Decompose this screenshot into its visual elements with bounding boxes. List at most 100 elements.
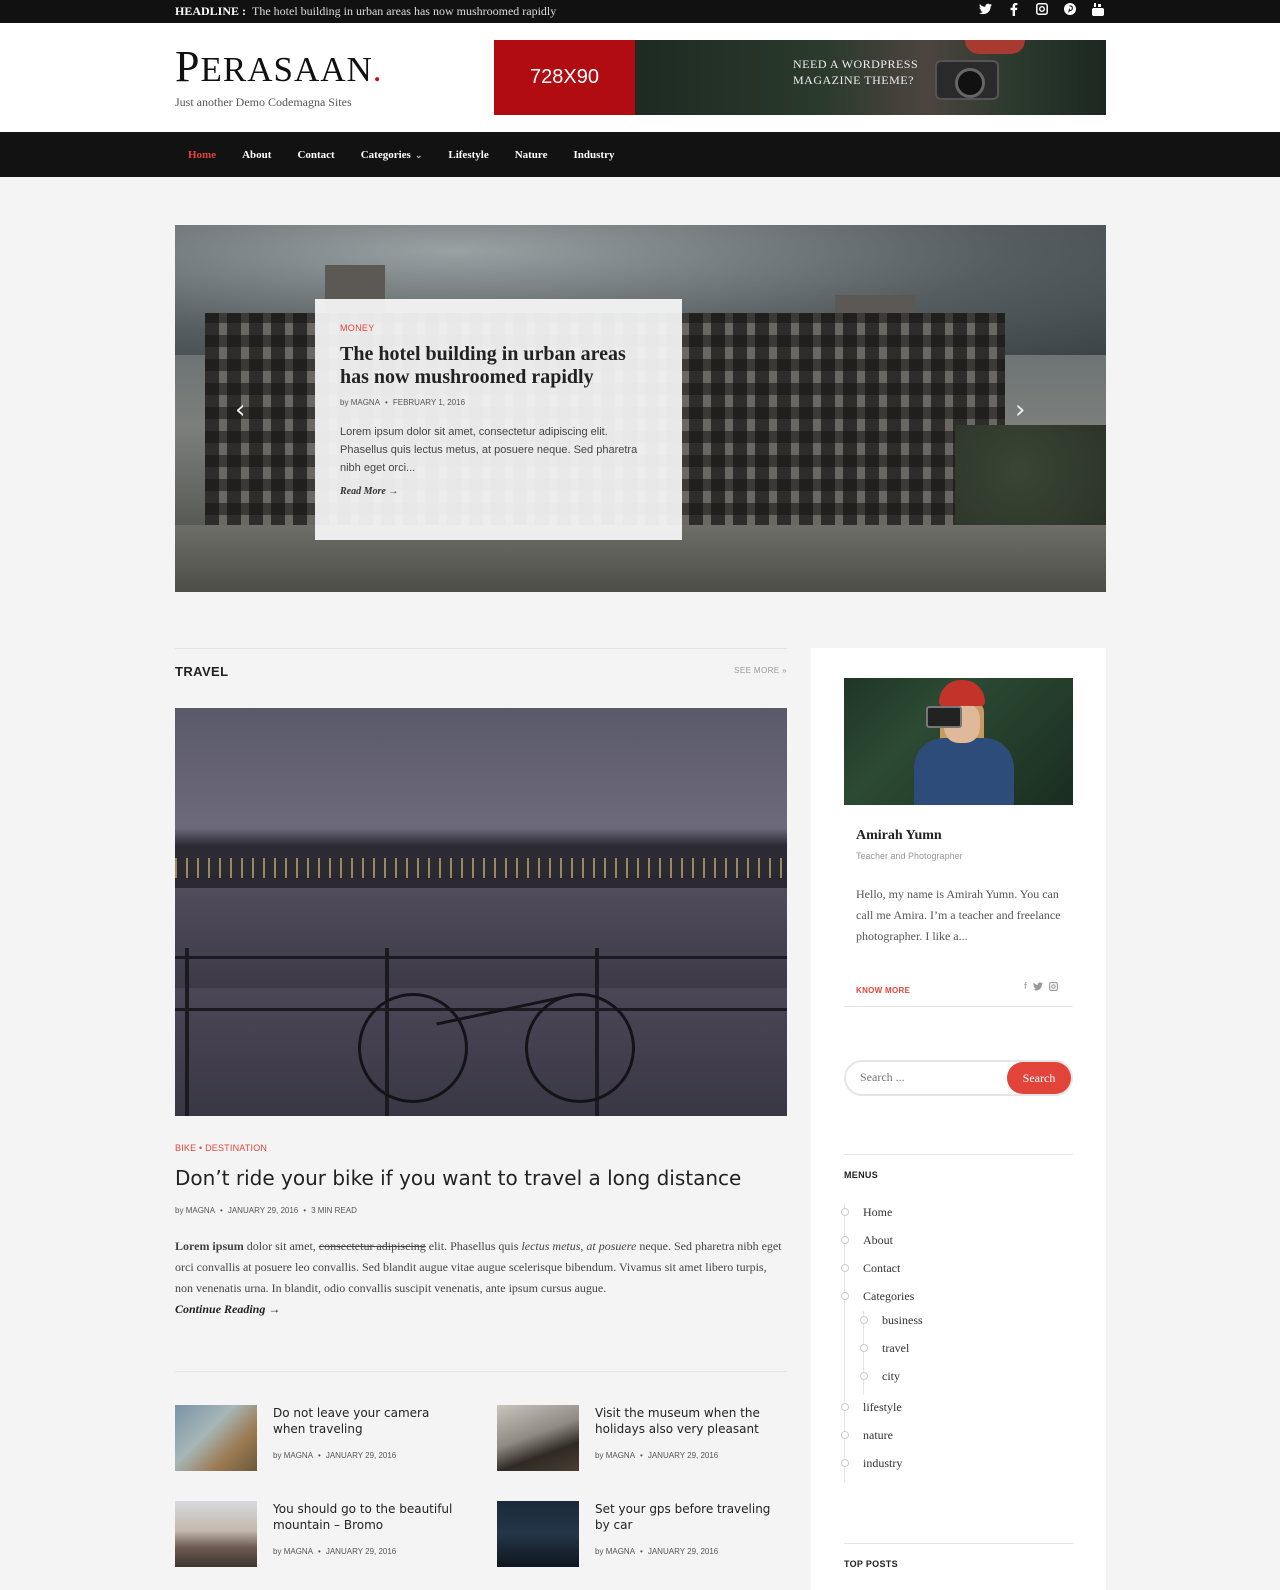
twitter-icon[interactable] [978,3,993,19]
top-bar: HEADLINE : The hotel building in urban a… [0,0,1280,23]
logo-rest: ERASAAN [200,50,373,89]
search-button[interactable]: Search [1007,1062,1071,1094]
banner-size-label: 728X90 [494,40,635,115]
top-posts-widget-title: TOP POSTS [844,1559,898,1569]
section-title: TRAVEL [175,664,229,679]
hero-post-card: MONEY The hotel building in urban areas … [315,299,682,540]
featured-post-excerpt: Lorem ipsum dolor sit amet, consectetur … [175,1239,782,1316]
hero-category[interactable]: MONEY [340,323,657,333]
divider [844,1543,1073,1544]
main-navigation: Home About Contact Categories ⌄ Lifestyle… [0,132,1280,177]
nav-home[interactable]: Home [188,149,216,161]
sidebar-submenu: business travel city [860,1311,1073,1395]
site-tagline: Just another Demo Codemagna Sites [175,95,352,109]
divider [844,1154,1073,1155]
featured-post-image[interactable] [175,708,787,1116]
camera-image [935,60,999,100]
travel-section-header: TRAVEL SEE MORE » [175,648,787,690]
continue-reading-link[interactable]: Continue Reading → [175,1302,280,1316]
sidebar-item-about[interactable]: About [841,1231,1073,1259]
sidebar-item-nature[interactable]: nature [841,1426,1073,1454]
pinterest-icon[interactable] [1062,3,1077,19]
post-title[interactable]: Visit the museum when the holidays also … [595,1405,785,1437]
post-meta: by MAGNA • JANUARY 29, 2016 [273,1547,397,1556]
search-form: Search [844,1060,1073,1096]
list-item: Visit the museum when the holidays also … [497,1405,787,1471]
category-bike[interactable]: BIKE [175,1143,196,1153]
read-time: 3 MIN READ [311,1206,357,1215]
know-more-link[interactable]: KNOW MORE [856,986,910,995]
instagram-icon[interactable] [1049,982,1058,994]
logo-dot: . [372,50,383,89]
divider [844,1006,1073,1007]
camera-icon [926,706,962,728]
post-title[interactable]: You should go to the beautiful mountain … [273,1501,463,1533]
sidebar: Amirah Yumn Teacher and Photographer Hel… [811,648,1106,1590]
hero-excerpt: Lorem ipsum dolor sit amet, consectetur … [340,426,638,474]
sidebar-item-lifestyle[interactable]: lifestyle [841,1398,1073,1426]
featured-post-categories: BIKE • DESTINATION [175,1143,268,1153]
main-content: TRAVEL SEE MORE » BIKE • DESTINATION Don… [175,648,787,1567]
sidebar-item-contact[interactable]: Contact [841,1259,1073,1287]
nav-nature[interactable]: Nature [515,149,548,161]
hero-author[interactable]: MAGNA [351,398,380,407]
author-name: Amirah Yumn [856,828,942,843]
hero-date: FEBRUARY 1, 2016 [392,398,466,407]
hero-title[interactable]: The hotel building in urban areas has no… [340,343,657,389]
author-photo [844,678,1073,805]
header-ad-banner[interactable]: 728X90 NEED A WORDPRESS MAGAZINE THEME? [494,40,1106,115]
category-destination[interactable]: DESTINATION [205,1143,267,1153]
youtube-icon[interactable] [1090,3,1105,19]
list-item: Do not leave your camera when traveling … [175,1405,465,1471]
site-logo[interactable]: PERASAAN. [175,41,383,92]
sidebar-item-city[interactable]: city [860,1367,1073,1395]
slider-next-icon[interactable]: › [1015,395,1025,425]
sidebar-item-industry[interactable]: industry [841,1454,1073,1482]
instagram-icon[interactable] [1034,3,1049,19]
list-item: Set your gps before traveling by car by … [497,1501,787,1567]
sidebar-item-business[interactable]: business [860,1311,1073,1339]
nav-industry[interactable]: Industry [574,149,615,161]
logo-initial: P [175,42,201,91]
post-meta: by MAGNA • JANUARY 29, 2016 [595,1451,719,1460]
banner-text: NEED A WORDPRESS MAGAZINE THEME? [793,56,918,88]
nav-lifestyle[interactable]: Lifestyle [448,149,488,161]
nav-contact[interactable]: Contact [297,149,334,161]
see-more-link[interactable]: SEE MORE » [734,666,787,675]
post-title[interactable]: Set your gps before traveling by car [595,1501,785,1533]
twitter-icon[interactable] [1033,982,1043,994]
author-role: Teacher and Photographer [856,851,963,861]
nav-categories-label: Categories [360,148,411,161]
facebook-icon[interactable] [1006,2,1021,19]
headline-ticker-text[interactable]: The hotel building in urban areas has no… [252,4,556,19]
post-title[interactable]: Do not leave your camera when traveling [273,1405,463,1437]
banner-text-line-1: NEED A WORDPRESS [793,57,919,71]
bicycle-wheel [525,993,635,1103]
list-item: You should go to the beautiful mountain … [175,1501,465,1567]
post-meta: by MAGNA • JANUARY 29, 2016 [595,1547,719,1556]
chevron-down-icon: ⌄ [414,149,423,160]
nav-categories[interactable]: Categories ⌄ [361,149,423,161]
post-thumbnail[interactable] [497,1501,579,1567]
sidebar-menu: Home About Contact Categories business t… [841,1203,1073,1482]
post-thumbnail[interactable] [175,1501,257,1567]
facebook-icon[interactable]: f [1024,982,1027,994]
featured-post-title[interactable]: Don’t ride your bike if you want to trav… [175,1166,741,1190]
author-social-links: f [1024,982,1058,994]
sidebar-item-travel[interactable]: travel [860,1339,1073,1367]
post-thumbnail[interactable] [497,1405,579,1471]
banner-photo: NEED A WORDPRESS MAGAZINE THEME? [635,40,1106,115]
featured-post-meta: by MAGNA • JANUARY 29, 2016 • 3 MIN READ [175,1206,357,1215]
slider-prev-icon[interactable]: ‹ [235,395,245,425]
search-input[interactable] [860,1070,990,1085]
sidebar-item-home[interactable]: Home [841,1203,1073,1231]
bicycle-wheel [358,993,468,1103]
hero-meta: by MAGNA • FEBRUARY 1, 2016 [340,398,466,407]
post-thumbnail[interactable] [175,1405,257,1471]
post-author[interactable]: MAGNA [186,1206,215,1215]
site-header: PERASAAN. Just another Demo Codemagna Si… [0,23,1280,132]
divider [175,1371,787,1372]
nav-about[interactable]: About [242,149,271,161]
sidebar-item-categories[interactable]: Categories [841,1287,1073,1311]
hero-read-more-link[interactable]: Read More → [340,486,657,497]
